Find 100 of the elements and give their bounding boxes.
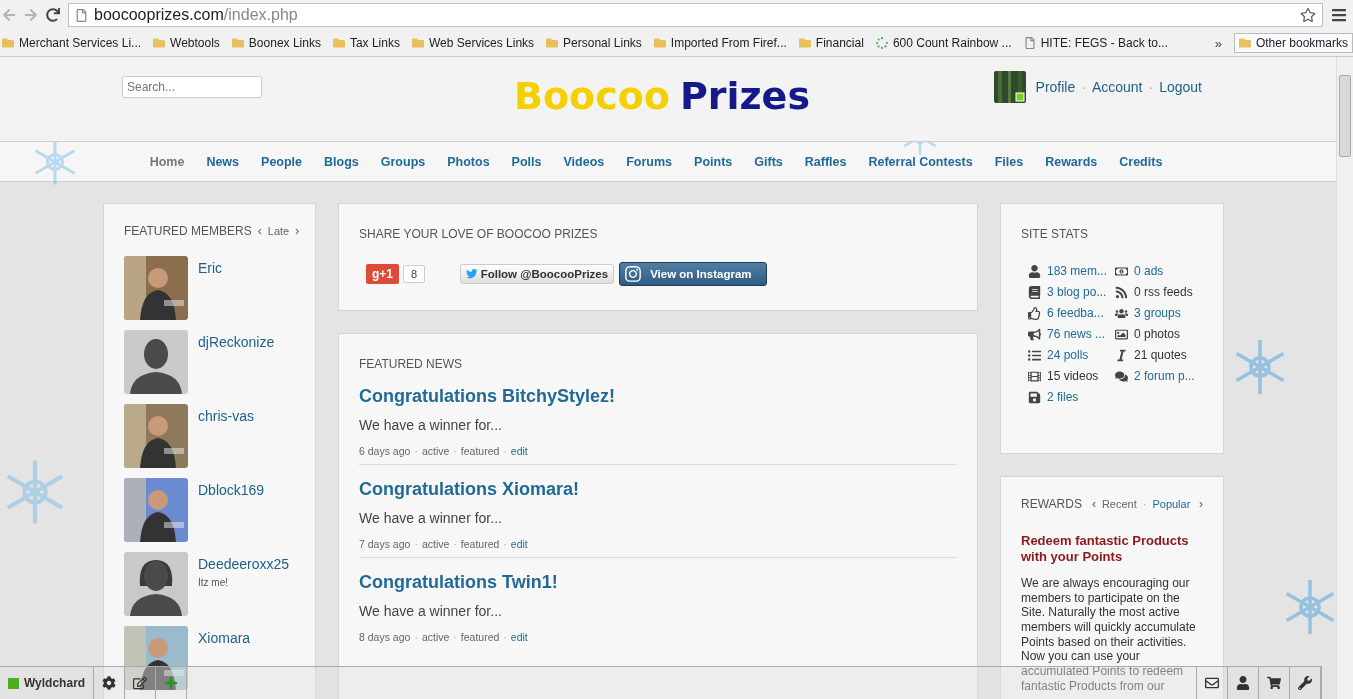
news-featured-label: featured bbox=[460, 538, 500, 550]
google-plus-button[interactable]: g+1 bbox=[366, 264, 399, 284]
member-name[interactable]: Xiomara bbox=[198, 630, 251, 646]
scrollbar[interactable] bbox=[1336, 57, 1353, 699]
user-icon bbox=[1236, 676, 1250, 690]
nav-link[interactable]: Raffles bbox=[804, 154, 847, 169]
user-link[interactable]: Profile bbox=[1035, 79, 1076, 95]
stat-text: 21 quotes bbox=[1134, 348, 1187, 362]
nav-link[interactable]: Videos bbox=[563, 154, 605, 169]
edit-link[interactable]: edit bbox=[510, 631, 528, 643]
bird-icon bbox=[466, 268, 478, 280]
nav-link[interactable]: Forums bbox=[626, 154, 673, 169]
news-time: 8 days ago bbox=[359, 631, 411, 643]
news-status: active bbox=[421, 445, 450, 457]
member-name[interactable]: Eric bbox=[198, 260, 223, 276]
stat-link[interactable]: 2 files bbox=[1047, 390, 1079, 404]
speech-bubbles-icon bbox=[1114, 369, 1128, 383]
next-button[interactable]: › bbox=[1199, 497, 1203, 511]
avatar-silhouette-icon bbox=[124, 330, 188, 394]
folder-icon bbox=[2, 37, 14, 49]
logo[interactable]: Boocoo Prizes bbox=[513, 74, 810, 118]
previous-button[interactable]: ‹ bbox=[257, 224, 262, 238]
news-title[interactable]: Congratulations Xiomara! bbox=[359, 479, 957, 500]
nav-link[interactable]: Blogs bbox=[324, 154, 359, 169]
nav-link[interactable]: Gifts bbox=[754, 154, 783, 169]
stat-link[interactable]: 0 ads bbox=[1134, 264, 1164, 278]
separator-dot: · bbox=[414, 538, 418, 550]
group-icon bbox=[1114, 306, 1128, 320]
bookmark[interactable]: Financial bbox=[798, 36, 864, 50]
separator-dot: · bbox=[1142, 498, 1147, 510]
nav-link[interactable]: Referral Contests bbox=[868, 154, 973, 169]
nav-link[interactable]: News bbox=[206, 154, 240, 169]
bookmark[interactable]: Boonex Links bbox=[231, 36, 321, 50]
tab-link[interactable]: Late bbox=[267, 225, 290, 237]
member-name[interactable]: Deedeeroxx25 bbox=[198, 556, 290, 572]
stat-link[interactable]: 3 blog po... bbox=[1047, 285, 1107, 299]
card-title: SITE STATS bbox=[1021, 227, 1088, 241]
bookmark[interactable]: Tax Links bbox=[332, 36, 400, 50]
edit-link[interactable]: edit bbox=[510, 538, 528, 550]
star-icon[interactable] bbox=[1300, 7, 1316, 23]
news-excerpt: We have a winner for... bbox=[359, 417, 503, 433]
news-time: 6 days ago bbox=[359, 445, 411, 457]
list-icon bbox=[1027, 348, 1041, 362]
plus-icon bbox=[164, 676, 179, 690]
nav-link[interactable]: Groups bbox=[380, 154, 426, 169]
user-link[interactable]: Logout bbox=[1159, 79, 1202, 95]
nav-link[interactable]: Credits bbox=[1119, 154, 1163, 169]
user-link[interactable]: Account bbox=[1091, 79, 1143, 95]
member-name[interactable]: chris-vas bbox=[198, 408, 254, 424]
search-field[interactable]: Search... bbox=[122, 76, 262, 98]
reload-button[interactable] bbox=[46, 8, 60, 22]
previous-button[interactable]: ‹ bbox=[1091, 497, 1096, 511]
folder-icon bbox=[798, 37, 811, 49]
menu-button[interactable] bbox=[1331, 7, 1347, 23]
bookmark[interactable]: Merchant Services Li... bbox=[2, 36, 142, 50]
nav-link[interactable]: Home bbox=[149, 154, 185, 169]
edit-link[interactable]: edit bbox=[510, 445, 528, 457]
bookmark[interactable]: Personal Links bbox=[546, 36, 642, 50]
bookmark[interactable]: 600 Count Rainbow ... bbox=[875, 36, 1012, 50]
tab-link[interactable]: Popular bbox=[1152, 498, 1191, 510]
page-icon bbox=[75, 8, 88, 22]
nav-link[interactable]: Points bbox=[694, 154, 733, 169]
user-link[interactable]: Wyldchard bbox=[0, 667, 95, 699]
more-bookmarks-button[interactable]: » bbox=[1214, 35, 1222, 51]
gear-icon bbox=[102, 676, 117, 690]
tab-link[interactable]: Recent bbox=[1101, 498, 1137, 510]
news-featured-label: featured bbox=[460, 445, 500, 457]
bookmark[interactable]: HITE: FEGS - Back to... bbox=[1023, 36, 1168, 50]
stat-link[interactable]: 3 groups bbox=[1134, 306, 1181, 320]
bookmark[interactable]: Imported From Firef... bbox=[653, 36, 787, 50]
separator-dot: · bbox=[414, 631, 418, 643]
stat-link[interactable]: 76 news ... bbox=[1047, 327, 1106, 341]
member-name[interactable]: djReckonize bbox=[198, 334, 275, 350]
bookmark[interactable]: Other bookmarks bbox=[1233, 33, 1353, 53]
nav-link[interactable]: Rewards bbox=[1045, 154, 1098, 169]
next-button[interactable]: › bbox=[295, 224, 300, 238]
member-name[interactable]: Dblock169 bbox=[198, 482, 265, 498]
instagram-button[interactable]: View on Instagram bbox=[619, 262, 767, 286]
news-title[interactable]: Congratulations BitchyStylez! bbox=[359, 386, 957, 407]
stat-link[interactable]: 24 polls bbox=[1047, 348, 1089, 362]
stat-link[interactable]: 183 mem... bbox=[1047, 264, 1108, 278]
nav-link[interactable]: Photos bbox=[447, 154, 490, 169]
folder-icon bbox=[153, 37, 166, 49]
address-bar[interactable]: boocooprizes.com/index.php bbox=[68, 3, 1323, 27]
nav-link[interactable]: Polls bbox=[511, 154, 542, 169]
rewards-heading: Redeem fantastic Products with your Points bbox=[1021, 533, 1190, 565]
card-title: SHARE YOUR LOVE OF BOOCOO PRIZES bbox=[359, 227, 598, 241]
bookmark[interactable]: Webtools bbox=[153, 36, 220, 50]
nav-link[interactable]: People bbox=[261, 154, 303, 169]
book-icon bbox=[1027, 285, 1041, 299]
bookmark[interactable]: Web Services Links bbox=[411, 36, 535, 50]
news-time: 7 days ago bbox=[359, 538, 411, 550]
twitter-follow-button[interactable]: Follow @BoocooPrizes bbox=[460, 264, 615, 284]
stat-link[interactable]: 6 feedba... bbox=[1047, 306, 1104, 320]
nav-link[interactable]: Files bbox=[994, 154, 1024, 169]
wrench-icon bbox=[1298, 676, 1312, 690]
stat-link[interactable]: 2 forum p... bbox=[1134, 369, 1195, 383]
news-title[interactable]: Congratulations Twin1! bbox=[359, 572, 957, 593]
separator-dot: · bbox=[453, 631, 457, 643]
stat-text: 0 photos bbox=[1134, 327, 1181, 341]
